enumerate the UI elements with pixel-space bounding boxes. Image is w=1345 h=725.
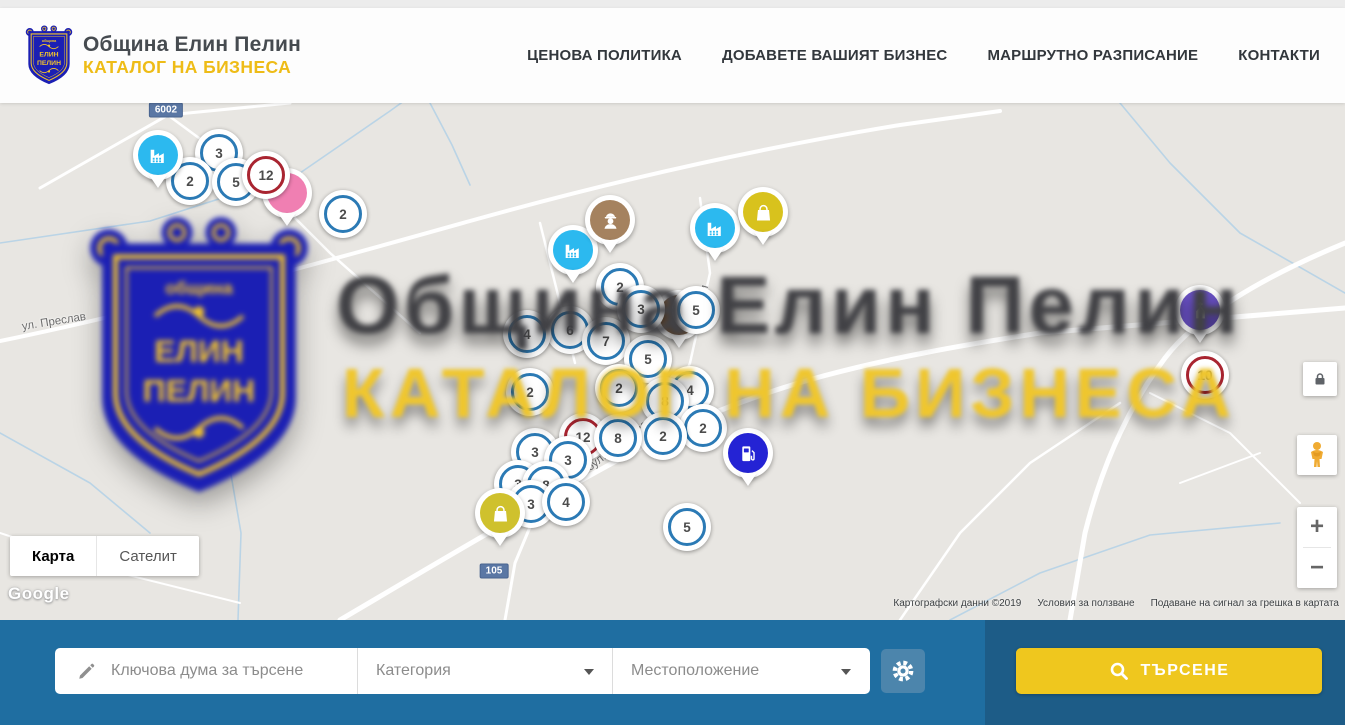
site-logo[interactable]: община ЕЛИН ПЕЛИН Община Елин Пелин КАТА… <box>25 25 301 87</box>
keyword-search-input[interactable] <box>111 662 357 680</box>
factory-icon <box>562 239 585 262</box>
search-bar: Категория Местоположение <box>55 648 870 694</box>
map-lock-button[interactable] <box>1303 362 1337 396</box>
chevron-down-icon <box>584 669 594 675</box>
zoom-out-button[interactable]: − <box>1297 548 1337 588</box>
pegman-icon <box>1306 441 1328 469</box>
nav-item-add-business[interactable]: ДОБАВЕТЕ ВАШИЯТ БИЗНЕС <box>722 47 947 64</box>
app-root: община ЕЛИН ПЕЛИН Община Елин Пелин КАТА… <box>0 0 1345 725</box>
keyword-field-wrap <box>55 648 357 694</box>
search-icon <box>1109 661 1129 681</box>
advanced-settings-button[interactable] <box>881 649 925 693</box>
search-toolbar: Категория Местоположение ТЪРСЕНЕ <box>0 620 1345 725</box>
nav-item-contacts[interactable]: КОНТАКТИ <box>1238 47 1320 64</box>
site-subtitle: КАТАЛОГ НА БИЗНЕСА <box>83 57 301 78</box>
nav-item-route-schedule[interactable]: МАРШРУТНО РАЗПИСАНИЕ <box>987 47 1198 64</box>
street-view-pegman-button[interactable] <box>1297 435 1337 475</box>
main-nav: ЦЕНОВА ПОЛИТИКА ДОБАВЕТЕ ВАШИЯТ БИЗНЕС М… <box>527 47 1320 64</box>
category-dropdown[interactable]: Категория <box>357 648 612 694</box>
map-pins-layer <box>0 103 1345 620</box>
map-pin-fuel-marker[interactable] <box>723 428 773 478</box>
factory-icon <box>147 144 170 167</box>
site-titles: Община Елин Пелин КАТАЛОГ НА БИЗНЕСА <box>83 33 301 78</box>
map-type-satellite-button[interactable]: Сателит <box>96 536 199 576</box>
page-top-strip <box>0 0 1345 8</box>
search-button-label: ТЪРСЕНЕ <box>1141 662 1230 680</box>
nav-item-pricing[interactable]: ЦЕНОВА ПОЛИТИКА <box>527 47 682 64</box>
bag-icon <box>489 502 512 525</box>
category-dropdown-value: Категория <box>358 662 451 680</box>
google-map-canvas[interactable]: 3251222356475224822128333834510 6002105у… <box>0 103 1345 620</box>
pencil-icon <box>77 661 97 681</box>
location-dropdown-value: Местоположение <box>613 662 759 680</box>
svg-text:ПЕЛИН: ПЕЛИН <box>37 59 61 66</box>
map-attribution: Картографски данни ©2019 Условия за полз… <box>893 598 1339 609</box>
svg-text:ЕЛИН: ЕЛИН <box>39 51 58 58</box>
church-icon <box>1189 299 1212 322</box>
location-dropdown[interactable]: Местоположение <box>612 648 869 694</box>
map-pin-church-marker[interactable] <box>1175 285 1225 335</box>
gear-icon <box>891 659 915 683</box>
factory-icon <box>704 217 727 240</box>
map-data-copyright: Картографски данни ©2019 <box>893 598 1021 609</box>
map-pin-worker-marker[interactable] <box>585 195 635 245</box>
bag-icon <box>752 201 775 224</box>
zoom-in-button[interactable]: + <box>1297 507 1337 547</box>
chevron-down-icon <box>841 669 851 675</box>
map-pin-bag-marker[interactable] <box>475 488 525 538</box>
map-type-control: Карта Сателит <box>10 536 199 576</box>
site-title: Община Елин Пелин <box>83 33 301 57</box>
map-pin-factory-marker[interactable] <box>690 203 740 253</box>
worker-icon <box>599 209 622 232</box>
lock-icon <box>1313 372 1327 386</box>
municipality-crest-icon: община ЕЛИН ПЕЛИН <box>25 25 73 87</box>
map-type-map-button[interactable]: Карта <box>10 536 96 576</box>
map-zoom-control: + − <box>1297 507 1337 588</box>
google-logo[interactable]: Google <box>8 584 70 604</box>
site-header: община ЕЛИН ПЕЛИН Община Елин Пелин КАТА… <box>0 8 1345 103</box>
report-map-error-link[interactable]: Подаване на сигнал за грешка в картата <box>1151 598 1339 609</box>
map-pin-factory-marker[interactable] <box>133 130 183 180</box>
fuel-icon <box>737 442 760 465</box>
terms-of-use-link[interactable]: Условия за ползване <box>1037 598 1134 609</box>
map-pin-bag-marker[interactable] <box>738 187 788 237</box>
search-submit-button[interactable]: ТЪРСЕНЕ <box>1016 648 1322 694</box>
svg-text:община: община <box>42 38 57 42</box>
